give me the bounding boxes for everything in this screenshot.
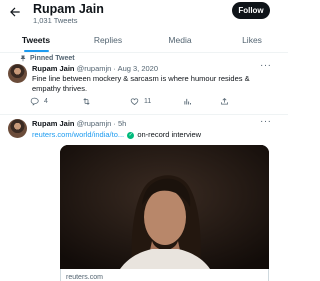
tweet-header: Rupam Jain @rupamjn · 5h (32, 119, 126, 128)
tweet-text: Fine line between mockery & sarcasm is w… (32, 74, 250, 93)
tab-replies[interactable]: Replies (72, 27, 144, 52)
media-card-footer: reuters.com (60, 269, 269, 281)
author-name[interactable]: Rupam Jain (32, 119, 75, 128)
analytics-button[interactable] (183, 97, 192, 106)
author-handle-date: @rupamjn · 5h (76, 119, 127, 128)
pin-icon (20, 55, 26, 62)
reply-icon (30, 97, 39, 106)
analytics-icon (184, 98, 191, 105)
profile-name-title: Rupam Jain (33, 2, 104, 16)
avatar[interactable] (8, 119, 27, 138)
tab-tweets[interactable]: Tweets (0, 27, 72, 52)
tweet-count: 1,031 Tweets (33, 16, 78, 25)
tweet-text-after-link: on-record interview (137, 130, 202, 139)
avatar[interactable] (8, 64, 27, 83)
pinned-tweet-text: Pinned Tweet (30, 54, 75, 62)
tweet-actions: 4 11 (30, 97, 270, 109)
tab-media[interactable]: Media (144, 27, 216, 52)
more-options-icon[interactable]: ··· (260, 116, 272, 127)
tweet-link[interactable]: reuters.com/world/india/to... (32, 130, 124, 139)
author-handle-date: @rupamjn · Aug 3, 2020 (76, 64, 159, 73)
like-button[interactable]: 11 (130, 97, 151, 106)
tweet-text: reuters.com/world/india/to... ✓ on-recor… (32, 130, 272, 140)
pinned-tweet-label: Pinned Tweet (19, 54, 75, 62)
back-arrow-icon[interactable] (8, 5, 22, 19)
tab-likes[interactable]: Likes (216, 27, 288, 52)
heart-icon (130, 98, 139, 105)
author-name[interactable]: Rupam Jain (32, 64, 75, 73)
more-options-icon[interactable]: ··· (260, 60, 272, 71)
verified-check-icon: ✓ (127, 131, 135, 139)
reply-count: 4 (44, 98, 48, 105)
tweet-media-image[interactable] (60, 145, 269, 269)
active-tab-indicator (24, 50, 49, 52)
share-icon (221, 97, 228, 105)
tweet-divider (0, 114, 288, 115)
retweet-icon (83, 98, 90, 105)
profile-tabs: Tweets Replies Media Likes (0, 27, 288, 53)
retweet-button[interactable] (82, 97, 91, 106)
share-button[interactable] (220, 97, 229, 106)
tweet-header: Rupam Jain @rupamjn · Aug 3, 2020 (32, 64, 158, 73)
portrait-photo (60, 145, 269, 269)
like-count: 11 (144, 98, 152, 105)
reply-button[interactable]: 4 (30, 97, 48, 106)
follow-button[interactable]: Follow (232, 2, 270, 19)
profile-header: Rupam Jain 1,031 Tweets Follow (0, 0, 288, 26)
card-source: reuters.com (66, 274, 103, 281)
